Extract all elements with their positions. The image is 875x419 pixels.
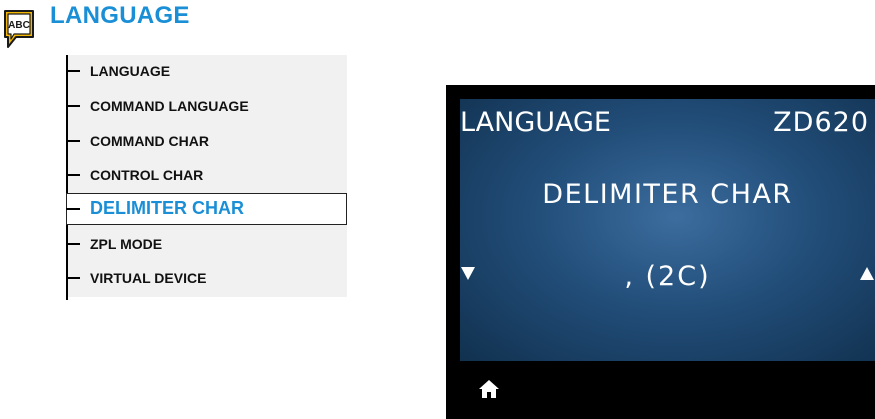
menu-item-label: VIRTUAL DEVICE: [90, 270, 207, 286]
tree-branch: [66, 105, 80, 107]
menu-item-label: COMMAND LANGUAGE: [90, 98, 249, 114]
menu-item-label: LANGUAGE: [90, 63, 171, 79]
down-triangle-icon[interactable]: [461, 267, 475, 280]
tree-branch: [66, 208, 80, 210]
menu-item-delimiter-char[interactable]: DELIMITER CHAR: [66, 193, 347, 225]
menu-item-label: COMMAND CHAR: [90, 133, 209, 149]
up-triangle-icon[interactable]: [860, 267, 874, 280]
display-setting-name: DELIMITER CHAR: [542, 179, 793, 210]
menu-item-virtual-device[interactable]: VIRTUAL DEVICE: [66, 264, 347, 292]
display-setting-value: , (2C): [624, 261, 711, 292]
abc-icon-text: ABC: [8, 20, 30, 31]
menu-item-zpl-mode[interactable]: ZPL MODE: [66, 230, 347, 258]
menu-item-label: DELIMITER CHAR: [90, 198, 244, 218]
page-title: LANGUAGE: [50, 2, 190, 29]
tree-branch: [66, 140, 80, 142]
menu-item-control-char[interactable]: CONTROL CHAR: [66, 161, 347, 189]
menu-item-label: ZPL MODE: [90, 236, 163, 252]
printer-display-screen: LANGUAGE ZD620 DELIMITER CHAR , (2C): [460, 99, 875, 361]
menu-item-language[interactable]: LANGUAGE: [66, 57, 347, 85]
tree-branch: [66, 174, 80, 176]
home-icon[interactable]: [478, 378, 500, 400]
menu-item-label: CONTROL CHAR: [90, 167, 204, 183]
menu-item-command-char[interactable]: COMMAND CHAR: [66, 127, 347, 155]
display-menu-name: LANGUAGE: [460, 107, 611, 138]
tree-branch: [66, 70, 80, 72]
menu-item-command-language[interactable]: COMMAND LANGUAGE: [66, 92, 347, 120]
abc-speech-bubble-icon: ABC: [4, 10, 34, 48]
tree-branch: [66, 277, 80, 279]
tree-branch: [66, 243, 80, 245]
display-model: ZD620: [773, 107, 869, 138]
